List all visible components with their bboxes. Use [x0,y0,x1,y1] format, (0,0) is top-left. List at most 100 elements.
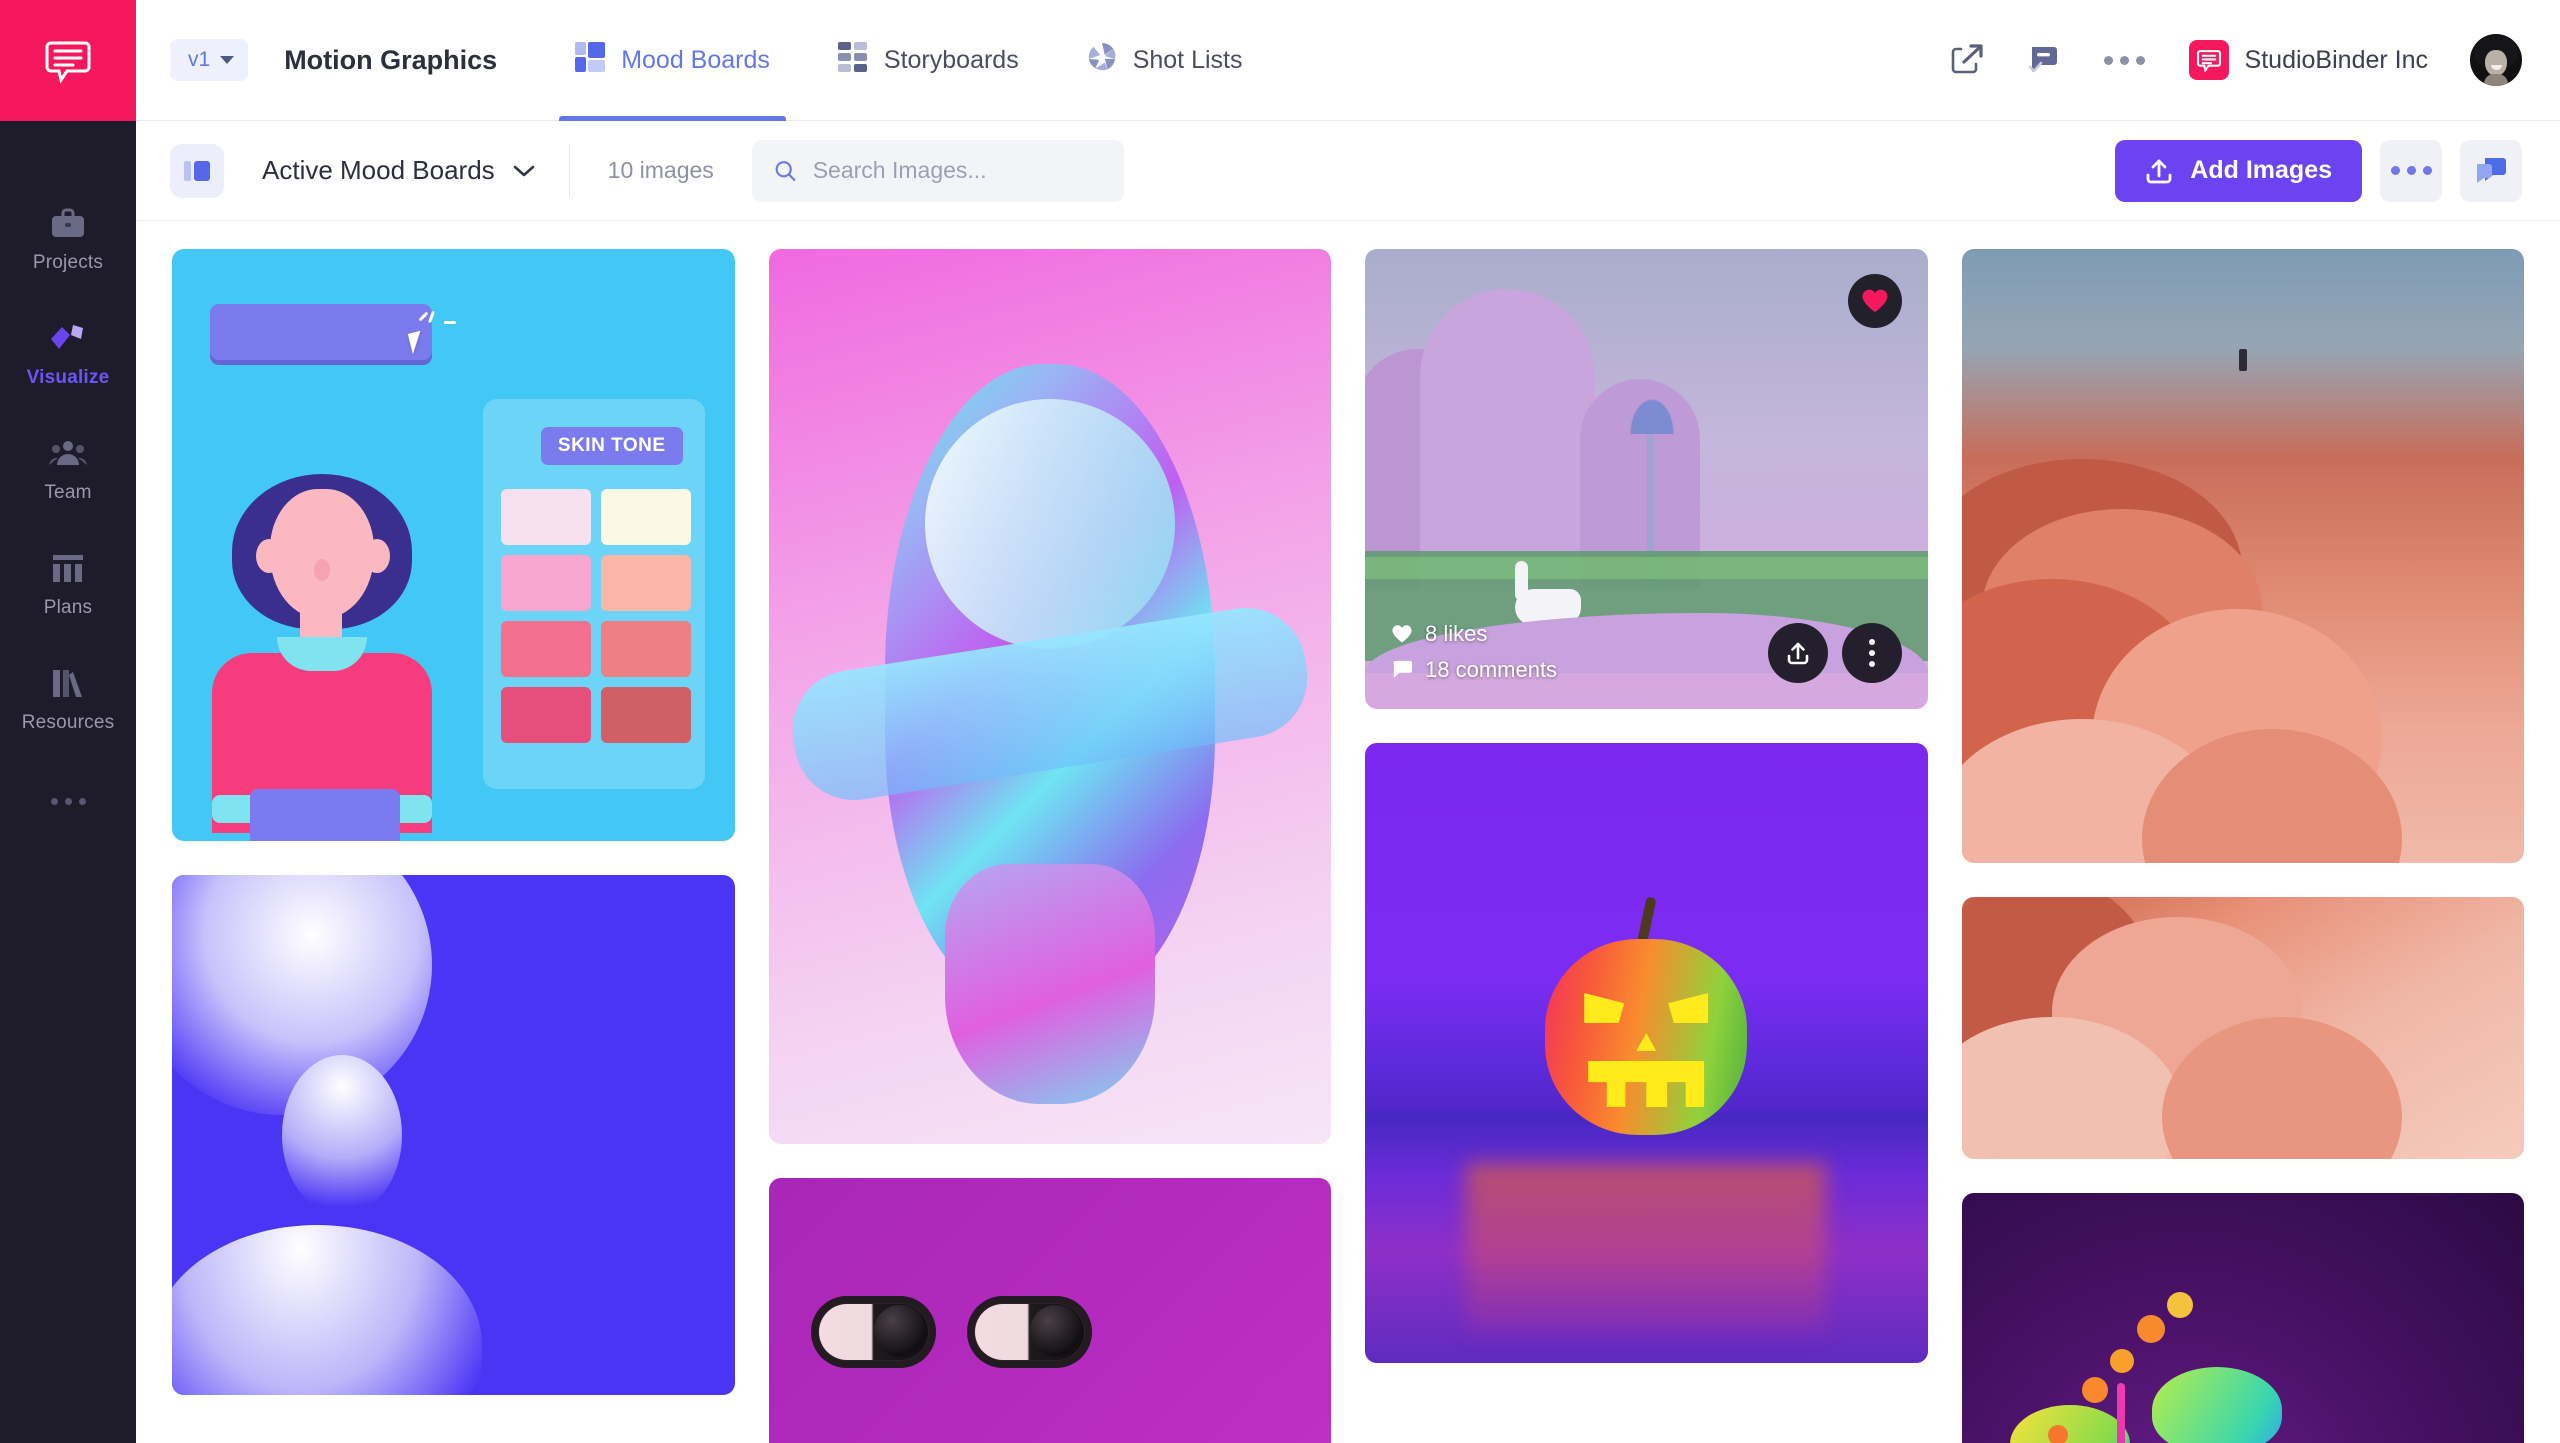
board-toolbar: Active Mood Boards 10 images Search Imag… [136,121,2560,221]
dot [1868,650,1875,656]
mood-board-scroll-area[interactable]: SKIN TONE 8 likes 18 comments [136,221,2560,1443]
tiny-figure [2238,349,2247,371]
likes-label: 8 likes [1425,621,1488,646]
skin-tone-swatches [500,489,691,743]
toggle-knob [873,1305,926,1357]
mood-board-card-chrome-head[interactable] [768,249,1331,1144]
add-images-label: Add Images [2190,156,2332,184]
top-bar-actions: StudioBinder Inc [1944,34,2522,86]
tab-label: Mood Boards [621,45,770,74]
tab-label: Storyboards [883,45,1019,74]
mood-board-card-toggles[interactable] [768,1178,1331,1443]
illustration-ui-bar [210,304,432,360]
avatar-neck [2484,74,2508,86]
mood-board-card-coral-landscape[interactable] [1961,249,2524,863]
dot [2135,55,2145,65]
swatch [500,555,591,611]
briefcase-icon [47,203,89,243]
sidebar-item-label: Visualize [26,367,110,388]
card-more-button[interactable] [1841,623,1902,683]
toolbar-more-button[interactable] [2380,139,2442,202]
search-input-wrapper[interactable] [751,139,1124,202]
arch-shape [1420,289,1595,589]
dot [2119,55,2129,65]
swatch [600,621,691,677]
blob-shape [282,1055,402,1215]
mushroom-cap [2009,1405,2130,1443]
chevron-down-icon [513,165,534,176]
more-horizontal-icon[interactable] [2096,55,2153,65]
books-icon [47,663,89,703]
image-grid: SKIN TONE 8 likes 18 comments [172,249,2524,1443]
image-count-label: 10 images [607,157,714,183]
toggle-switch [810,1296,936,1368]
chart-bars-icon [47,548,89,588]
sidebar-items: Projects Visualize Team Plans Resources [0,121,136,805]
character-nose [314,559,330,581]
swatch [500,621,591,677]
mushroom-cap [2151,1367,2282,1443]
comment-check-icon[interactable] [2020,37,2066,83]
mood-board-card-pumpkin[interactable] [1365,743,1928,1363]
palm-fronds [1613,372,1691,434]
dot [2103,55,2113,65]
mood-board-icon [575,41,606,79]
tab-mood-boards[interactable]: Mood Boards [541,0,804,121]
app-logo[interactable] [0,0,136,121]
mood-board-card-coral-closeup[interactable] [1961,897,2524,1159]
sidebar-item-plans[interactable]: Plans [0,526,136,641]
sidebar-item-visualize[interactable]: Visualize [0,296,136,411]
board-icon [170,143,224,198]
main-area: v1 Motion Graphics Mood Boards Storyboar… [136,0,2560,1443]
mood-board-card-blue-blob[interactable] [172,875,735,1395]
top-bar: v1 Motion Graphics Mood Boards Storyboar… [136,0,2560,121]
comments-label: 18 comments [1425,657,1558,682]
mood-board-card-mushrooms[interactable] [1961,1193,2524,1443]
version-label: v1 [188,48,211,71]
like-button[interactable] [1847,274,1902,328]
more-vertical-icon [1868,639,1875,667]
mood-board-card-skin-tone[interactable]: SKIN TONE [172,249,735,841]
sidebar-item-projects[interactable]: Projects [0,181,136,296]
add-images-button[interactable]: Add Images [2115,139,2362,202]
orange-pod [2047,1425,2068,1443]
mood-board-card-pool-arches[interactable]: 8 likes 18 comments [1365,249,1928,709]
chrome-jaw [944,864,1155,1104]
share-icon[interactable] [1944,37,1990,83]
sidebar-more-button[interactable] [0,798,136,805]
left-sidebar: Projects Visualize Team Plans Resources [0,0,136,1443]
tab-storyboards[interactable]: Storyboards [804,0,1053,121]
search-input[interactable] [812,157,1102,184]
dot [2422,166,2432,175]
avatar-face [2485,50,2507,76]
board-name-label: Active Mood Boards [262,155,495,185]
tab-shot-lists[interactable]: Shot Lists [1053,0,1277,121]
comment-icon [1393,660,1412,679]
speech-bubble-logo-icon [45,41,91,83]
sidebar-item-label: Resources [21,712,115,733]
dot [64,798,72,805]
card-share-button[interactable] [1767,623,1828,683]
board-selector[interactable]: Active Mood Boards [170,143,569,198]
sidebar-item-label: Team [44,482,92,503]
sidebar-item-team[interactable]: Team [0,411,136,526]
heart-icon [1862,289,1887,312]
sidebar-item-label: Plans [43,597,93,618]
skin-tone-label: SKIN TONE [540,427,683,465]
organization-switcher[interactable]: StudioBinder Inc [2188,40,2428,80]
swatch [600,489,691,545]
sidebar-item-resources[interactable]: Resources [0,641,136,756]
coral-branch [2116,1383,2125,1443]
org-logo-icon [2188,40,2229,80]
tab-label: Shot Lists [1132,45,1243,74]
dot [2406,166,2416,175]
toolbar-actions: Add Images [2115,139,2522,202]
card-meta-overlay: 8 likes 18 comments [1365,597,1928,709]
avatar[interactable] [2470,34,2522,86]
comments-panel-button[interactable] [2460,139,2522,202]
page-title: Motion Graphics [284,44,498,75]
version-selector[interactable]: v1 [170,39,249,81]
likes-row: 8 likes [1391,621,1557,647]
orange-pod [2109,1349,2134,1373]
pumpkin-reflection [1466,1163,1827,1333]
